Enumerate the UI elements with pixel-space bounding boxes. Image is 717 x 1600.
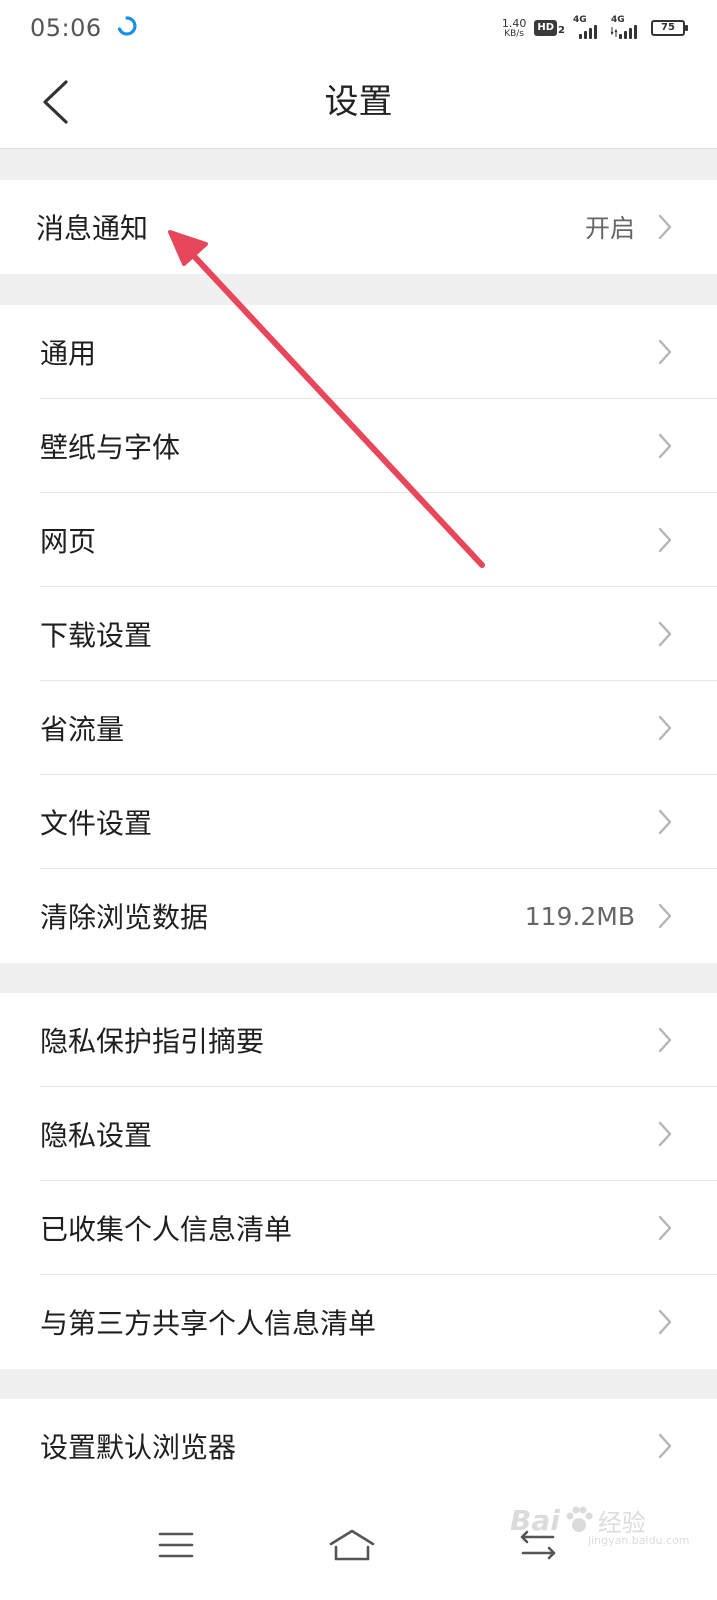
- chevron-right-icon: [658, 1215, 672, 1241]
- row-label: 壁纸与字体: [40, 431, 181, 464]
- settings-row-webpage[interactable]: 网页: [0, 493, 717, 587]
- settings-row-default-browser[interactable]: 设置默认浏览器: [0, 1399, 717, 1493]
- signal-strength-icon-2: 4G: [611, 15, 643, 39]
- settings-row-privacy-settings[interactable]: 隐私设置: [0, 1087, 717, 1181]
- settings-row-download[interactable]: 下载设置: [0, 587, 717, 681]
- row-label: 已收集个人信息清单: [40, 1213, 293, 1246]
- header-bar: 设置: [0, 56, 717, 149]
- menu-icon: [158, 1532, 194, 1558]
- back-button[interactable]: [40, 76, 80, 128]
- watermark-brand-cn: 经验: [597, 1508, 646, 1537]
- chevron-right-icon: [658, 527, 672, 553]
- hd-voice-icon: HD 2: [534, 20, 565, 36]
- watermark-sub: jingyan.baidu.com: [588, 1534, 690, 1547]
- chevron-right-icon: [658, 1309, 672, 1335]
- net-speed-unit: KB/s: [504, 28, 525, 39]
- chevron-right-icon: [658, 621, 672, 647]
- watermark-brand: Bai: [510, 1503, 560, 1537]
- row-label: 清除浏览数据: [40, 901, 209, 934]
- settings-row-clear-data[interactable]: 清除浏览数据 119.2MB: [0, 869, 717, 963]
- chevron-right-icon: [658, 715, 672, 741]
- status-right: 1.40 KB/s HD 2 4G 4G 75: [501, 15, 688, 39]
- settings-group-general: 通用 壁纸与字体 网页 下载设置 省流量 文件设置 清除浏览数据 119.2MB: [0, 305, 717, 963]
- status-bar: 05:06 1.40 KB/s HD 2 4G 4G 75: [0, 0, 717, 56]
- row-label: 通用: [40, 337, 97, 370]
- row-value: 开启: [584, 214, 635, 243]
- chevron-right-icon: [658, 1433, 672, 1459]
- row-label: 下载设置: [40, 619, 153, 652]
- net-speed-value: 1.40: [501, 16, 527, 30]
- hd-label: HD: [534, 20, 558, 36]
- chevron-right-icon: [658, 214, 672, 240]
- settings-group-notifications: 消息通知 开启: [0, 180, 717, 274]
- chevron-right-icon: [658, 339, 672, 365]
- row-value: 119.2MB: [524, 901, 635, 931]
- chevron-left-icon: [43, 80, 68, 124]
- settings-group-privacy: 隐私保护指引摘要 隐私设置 已收集个人信息清单 与第三方共享个人信息清单: [0, 993, 717, 1369]
- settings-row-third-party-sharing[interactable]: 与第三方共享个人信息清单: [0, 1275, 717, 1369]
- settings-row-wallpaper-font[interactable]: 壁纸与字体: [0, 399, 717, 493]
- settings-group-default-browser: 设置默认浏览器: [0, 1399, 717, 1495]
- chevron-right-icon: [658, 433, 672, 459]
- battery-icon: 75: [651, 20, 688, 36]
- settings-row-data-saver[interactable]: 省流量: [0, 681, 717, 775]
- chevron-right-icon: [658, 1121, 672, 1147]
- hd-sub: 2: [558, 25, 565, 36]
- page-title: 设置: [324, 82, 393, 122]
- row-label: 消息通知: [36, 212, 149, 245]
- status-time: 05:06: [30, 14, 102, 42]
- chevron-right-icon: [658, 1027, 672, 1053]
- signal-strength-icon-1: 4G: [573, 15, 603, 39]
- chevron-right-icon: [658, 903, 672, 929]
- status-left: 05:06: [30, 14, 138, 42]
- home-button[interactable]: [322, 1517, 382, 1573]
- row-label: 隐私保护指引摘要: [40, 1025, 265, 1058]
- settings-row-general[interactable]: 通用: [0, 305, 717, 399]
- battery-level: 75: [661, 22, 675, 33]
- chevron-right-icon: [658, 809, 672, 835]
- row-label: 隐私设置: [40, 1119, 153, 1152]
- net-speed: 1.40 KB/s: [501, 16, 527, 39]
- settings-row-notifications[interactable]: 消息通知 开启: [0, 180, 717, 274]
- menu-button[interactable]: [146, 1517, 206, 1573]
- row-label: 网页: [40, 525, 97, 558]
- signal-1-label: 4G: [573, 15, 587, 25]
- row-label: 与第三方共享个人信息清单: [40, 1307, 377, 1340]
- settings-row-collected-info[interactable]: 已收集个人信息清单: [0, 1181, 717, 1275]
- settings-row-file[interactable]: 文件设置: [0, 775, 717, 869]
- paw-icon: [566, 1506, 593, 1532]
- signal-2-label: 4G: [611, 15, 625, 25]
- settings-row-privacy-summary[interactable]: 隐私保护指引摘要: [0, 993, 717, 1087]
- row-label: 省流量: [40, 713, 125, 746]
- row-label: 文件设置: [40, 807, 153, 840]
- row-label: 设置默认浏览器: [40, 1431, 237, 1464]
- baidu-watermark: Bai 经验 jingyan.baidu.com: [510, 1490, 710, 1550]
- sync-loading-icon: [116, 15, 138, 41]
- home-icon: [329, 1529, 375, 1561]
